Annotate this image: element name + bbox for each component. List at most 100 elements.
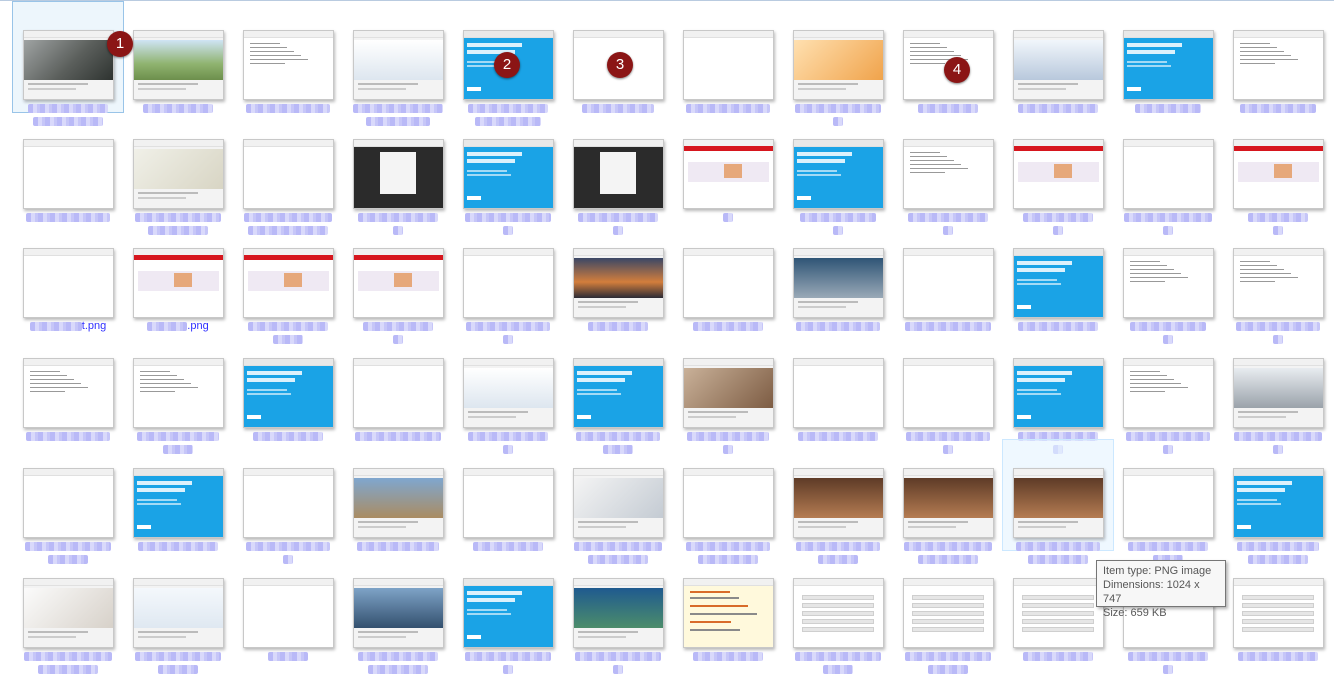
text-line [798, 301, 858, 303]
file-item[interactable] [13, 111, 123, 222]
file-item[interactable] [1223, 220, 1333, 344]
file-item[interactable] [1003, 330, 1113, 454]
file-item[interactable] [13, 440, 123, 564]
file-item[interactable] [1223, 330, 1333, 454]
browser-bar [684, 31, 773, 38]
file-item[interactable]: .png [123, 220, 233, 332]
file-item[interactable] [453, 440, 563, 551]
file-item[interactable] [673, 111, 783, 222]
marker-badge-4: 4 [944, 57, 970, 83]
file-item[interactable] [1113, 220, 1223, 344]
file-item[interactable]: t.png [13, 220, 123, 332]
file-item[interactable] [123, 330, 233, 454]
file-item[interactable] [123, 440, 233, 551]
text-line [1240, 51, 1284, 52]
file-item[interactable] [1223, 2, 1333, 113]
banner-text-line [467, 174, 511, 176]
file-item[interactable] [453, 330, 563, 454]
file-item[interactable] [1003, 220, 1113, 331]
file-item[interactable] [1223, 550, 1333, 663]
file-item[interactable] [233, 550, 343, 661]
hero-image [1014, 40, 1103, 80]
red-header [244, 255, 333, 260]
text-line [910, 51, 954, 52]
text-line [1240, 261, 1270, 262]
file-item[interactable] [1223, 440, 1333, 564]
hero-image [134, 588, 223, 628]
file-item[interactable] [13, 550, 123, 674]
file-item[interactable] [783, 2, 893, 126]
file-item[interactable] [233, 220, 343, 344]
browser-bar [354, 469, 443, 476]
file-item[interactable] [1003, 111, 1113, 235]
file-item[interactable] [673, 330, 783, 454]
file-item[interactable] [1113, 2, 1223, 113]
file-item[interactable] [893, 220, 1003, 331]
thumbnail-image [1233, 468, 1324, 538]
file-item[interactable] [673, 550, 783, 661]
form-row [802, 603, 874, 608]
file-item[interactable] [123, 550, 233, 674]
file-item[interactable] [233, 330, 343, 441]
text-line [1130, 387, 1188, 388]
file-item[interactable] [563, 220, 673, 331]
file-item[interactable] [453, 220, 563, 344]
file-item[interactable] [343, 330, 453, 441]
file-item[interactable] [783, 550, 893, 674]
banner-text-line [467, 196, 481, 200]
file-item[interactable] [343, 220, 453, 344]
file-item[interactable] [233, 440, 343, 564]
file-item[interactable] [123, 111, 233, 235]
banner-text-line [1017, 393, 1061, 395]
file-item[interactable] [673, 440, 783, 564]
file-item[interactable] [563, 330, 673, 454]
file-item[interactable] [343, 550, 453, 674]
file-item[interactable] [893, 111, 1003, 235]
file-item[interactable] [1003, 2, 1113, 113]
browser-bar [134, 469, 223, 476]
file-item[interactable] [453, 550, 563, 674]
file-item[interactable] [1113, 330, 1223, 454]
file-item[interactable] [893, 2, 1003, 113]
text-line [250, 43, 280, 44]
file-item[interactable] [563, 550, 673, 674]
file-item[interactable] [123, 2, 233, 113]
file-item[interactable] [673, 2, 783, 113]
file-item[interactable] [343, 2, 453, 126]
file-item[interactable] [1002, 439, 1114, 564]
file-item[interactable] [893, 440, 1003, 564]
file-item[interactable] [783, 330, 893, 441]
modal-card [380, 152, 416, 194]
file-item[interactable] [13, 330, 123, 441]
text-line [910, 164, 961, 165]
blurred-text [795, 651, 881, 661]
file-item[interactable] [1113, 111, 1223, 235]
file-item[interactable] [783, 220, 893, 331]
text-line [28, 88, 76, 90]
file-name-label [1227, 650, 1329, 663]
file-item[interactable] [1223, 111, 1333, 235]
file-item[interactable] [453, 111, 563, 235]
blurred-text [135, 651, 221, 661]
file-item[interactable] [343, 111, 453, 235]
text-line [1240, 55, 1291, 56]
browser-bar [354, 140, 443, 147]
file-item[interactable] [893, 330, 1003, 454]
text-line [910, 43, 940, 44]
text-line [138, 197, 186, 199]
file-item[interactable] [893, 550, 1003, 674]
file-item[interactable] [673, 220, 783, 331]
file-item[interactable] [783, 111, 893, 235]
file-item[interactable] [12, 1, 124, 126]
file-item[interactable] [563, 440, 673, 564]
thumbnail-image [23, 358, 114, 428]
blurred-text [1023, 651, 1093, 661]
browser-bar [244, 469, 333, 476]
file-item[interactable] [343, 440, 453, 551]
file-item[interactable] [233, 2, 343, 113]
file-item[interactable] [783, 440, 893, 564]
file-item[interactable] [233, 111, 343, 235]
text-line [1238, 411, 1298, 413]
file-item[interactable] [563, 111, 673, 235]
file-item[interactable] [1113, 440, 1223, 564]
